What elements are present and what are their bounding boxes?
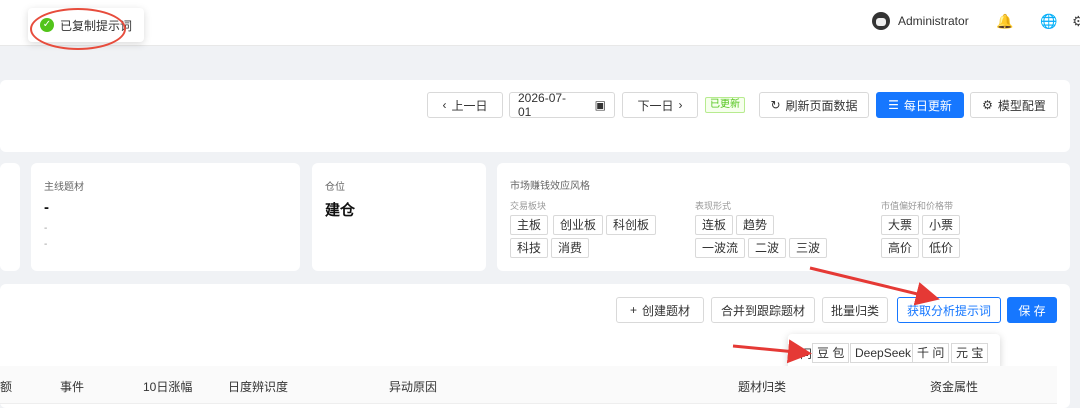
board-tag[interactable]: 科技 [510,238,549,258]
board-tag[interactable]: 创业板 [553,215,604,235]
gear-icon[interactable]: ⚙ [1072,13,1080,30]
calendar-icon: ▣ [594,98,606,112]
form-tag[interactable]: 一波流 [695,238,746,258]
avatar [872,12,890,30]
cap-tag[interactable]: 高价 [881,238,920,258]
form-tag[interactable]: 三波 [789,238,828,258]
column-header: 资金属性 [930,380,979,394]
stat-sub: - [44,223,48,234]
menu-prefix: 问 [800,347,813,361]
menu-item-qianwen[interactable]: 千 问 [912,343,950,363]
style-title: 市场赚钱效应风格 [510,181,590,192]
board-tag[interactable]: 主板 [510,215,549,235]
updated-badge: 已更新 [705,97,745,113]
username: Administrator [898,14,969,28]
refresh-button[interactable]: ↻ 刷新页面数据 [759,92,869,118]
column-header: 题材归类 [738,380,787,394]
list-icon: ☰ [888,98,899,112]
prev-day-button[interactable]: ‹ 上一日 [427,92,503,118]
annotation-oval [30,8,126,50]
globe-icon[interactable]: 🌐 [1040,13,1057,30]
create-theme-button[interactable]: + 创建题材 [616,297,704,323]
board-tag[interactable]: 消费 [551,238,590,258]
save-button[interactable]: 保 存 [1007,297,1057,323]
plus-icon: + [629,303,637,317]
stat-value: 建仓 [325,202,356,219]
chevron-right-icon: › [678,98,683,112]
daily-update-button[interactable]: ☰ 每日更新 [876,92,964,118]
menu-item-yuanbao[interactable]: 元 宝 [951,343,989,363]
stat-label: 仓位 [325,182,345,193]
cap-tag[interactable]: 小票 [922,215,961,235]
prompt-provider-menu: 问 豆 包 DeepSeek 千 问 元 宝 [788,334,1000,370]
next-day-button[interactable]: 下一日 › [622,92,698,118]
menu-item-deepseek[interactable]: DeepSeek [850,343,917,363]
cap-group-label: 市值偏好和价格带 [881,201,954,211]
top-bar: Administrator 🔔 🌐 ⚙ [0,0,1080,46]
market-style-card: 市场赚钱效应风格 交易板块 主板 创业板 科创板 科技 消费 表现形式 连板 趋… [497,163,1070,271]
chevron-left-icon: ‹ [442,98,447,112]
board-group-label: 交易板块 [510,201,547,211]
table-header: 额 事件 10日涨幅 日度辨识度 异动原因 题材归类 资金属性 [0,366,1057,404]
date-bar-card: ‹ 上一日 2026-07-01 ▣ 下一日 › 已更新 ↻ 刷新页面数据 ☰ … [0,80,1070,152]
settings-icon: ⚙ [982,98,993,112]
form-group-label: 表现形式 [695,201,732,211]
column-header: 日度辨识度 [228,380,289,394]
cap-tag[interactable]: 低价 [922,238,961,258]
form-tag[interactable]: 趋势 [736,215,775,235]
stat-sub: - [44,239,48,250]
form-tag[interactable]: 二波 [748,238,787,258]
board-tag[interactable]: 科创板 [606,215,657,235]
column-header: 事件 [60,380,85,394]
form-tag[interactable]: 连板 [695,215,734,235]
cap-tag[interactable]: 大票 [881,215,920,235]
model-config-button[interactable]: ⚙ 模型配置 [970,92,1058,118]
refresh-icon: ↻ [770,98,781,112]
date-input[interactable]: 2026-07-01 ▣ [509,91,615,119]
position-card: 仓位 建仓 [312,163,486,271]
stat-value: - [44,199,49,216]
merge-theme-button[interactable]: 合并到跟踪题材 [711,297,815,323]
batch-classify-button[interactable]: 批量归类 [822,297,888,323]
main-theme-card: 主线题材 - - - [31,163,300,271]
column-header: 额 [0,380,13,394]
column-header: 异动原因 [389,380,438,394]
column-header: 10日涨幅 [143,380,193,394]
get-prompt-button[interactable]: 获取分析提示词 [897,297,1001,323]
stat-card-partial [0,163,20,271]
stat-label: 主线题材 [44,182,84,193]
menu-item-doubao[interactable]: 豆 包 [812,343,850,363]
user-menu[interactable]: Administrator [872,12,969,30]
bell-icon[interactable]: 🔔 [996,13,1013,30]
